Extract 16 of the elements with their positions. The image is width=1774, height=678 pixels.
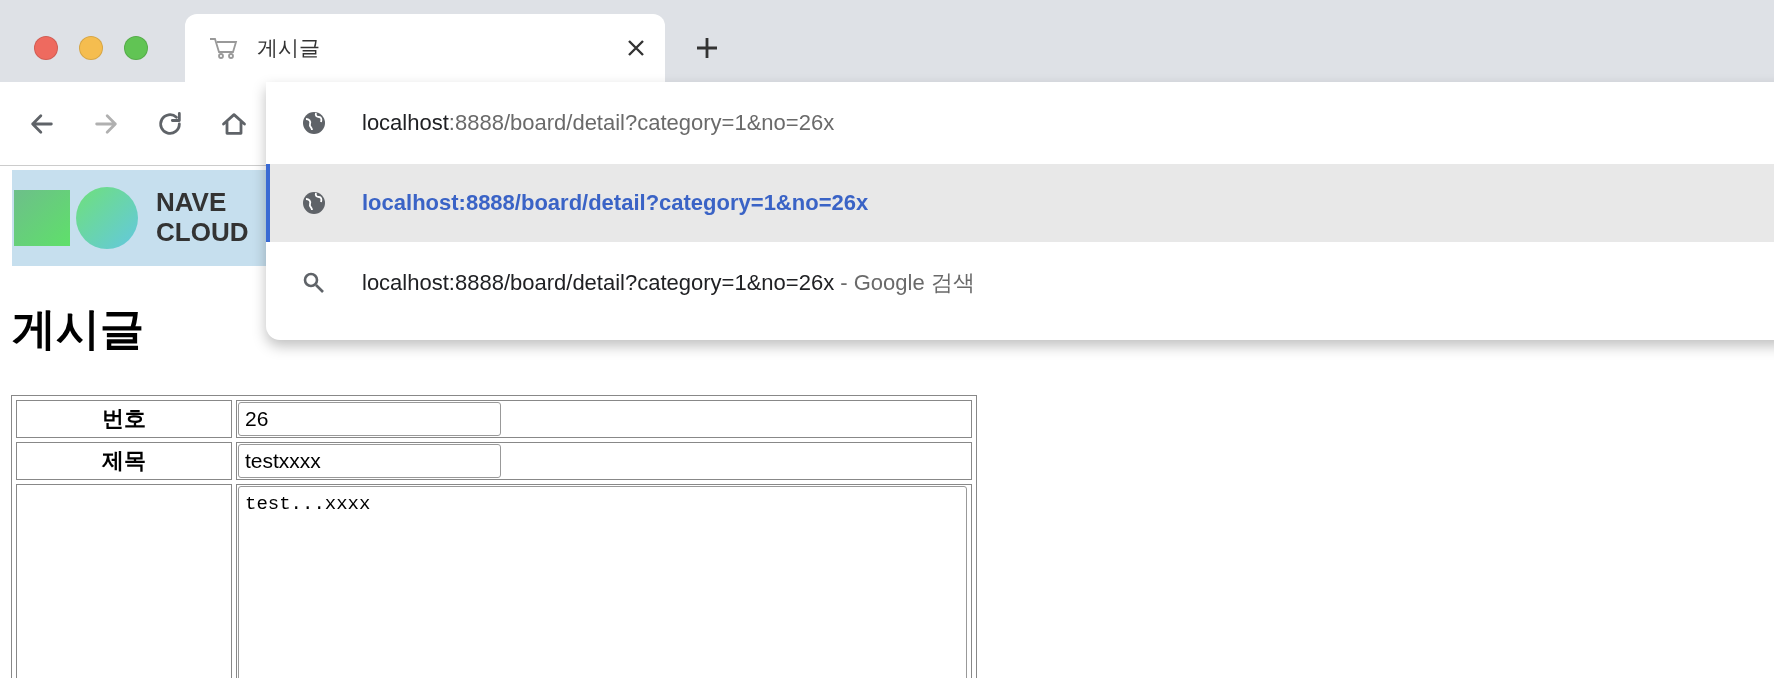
suggestion-item[interactable]: localhost:8888/board/detail?category=1&no=26x [266,82,1774,164]
logo-text: CLOUD [156,218,249,248]
logo-text: NAVE [156,188,228,218]
suggestion-text: localhost:8888/board/detail?category=1&no=26x [362,190,869,216]
suggestion-item[interactable]: localhost:8888/board/detail?category=1&no=26x - Google 검색 [266,242,1774,324]
browser-tab[interactable]: 게시글 [185,14,665,82]
page-heading: 게시글 [12,303,145,355]
field-label: 제목 [16,442,232,480]
suggestion-text: localhost:8888/board/detail?category=1&no=26x [362,110,835,136]
tab-title: 게시글 [257,35,321,61]
suggestion-text: localhost:8888/board/detail?category=1&no=26x - Google 검색 [362,269,975,297]
text-input[interactable]: 26 [238,402,501,436]
content-textarea[interactable]: test...xxxx [238,486,967,678]
text-input[interactable]: testxxxx [238,444,501,478]
field-label: 번호 [16,400,232,438]
suggestion-item[interactable]: localhost:8888/board/detail?category=1&no=26x [266,164,1774,242]
